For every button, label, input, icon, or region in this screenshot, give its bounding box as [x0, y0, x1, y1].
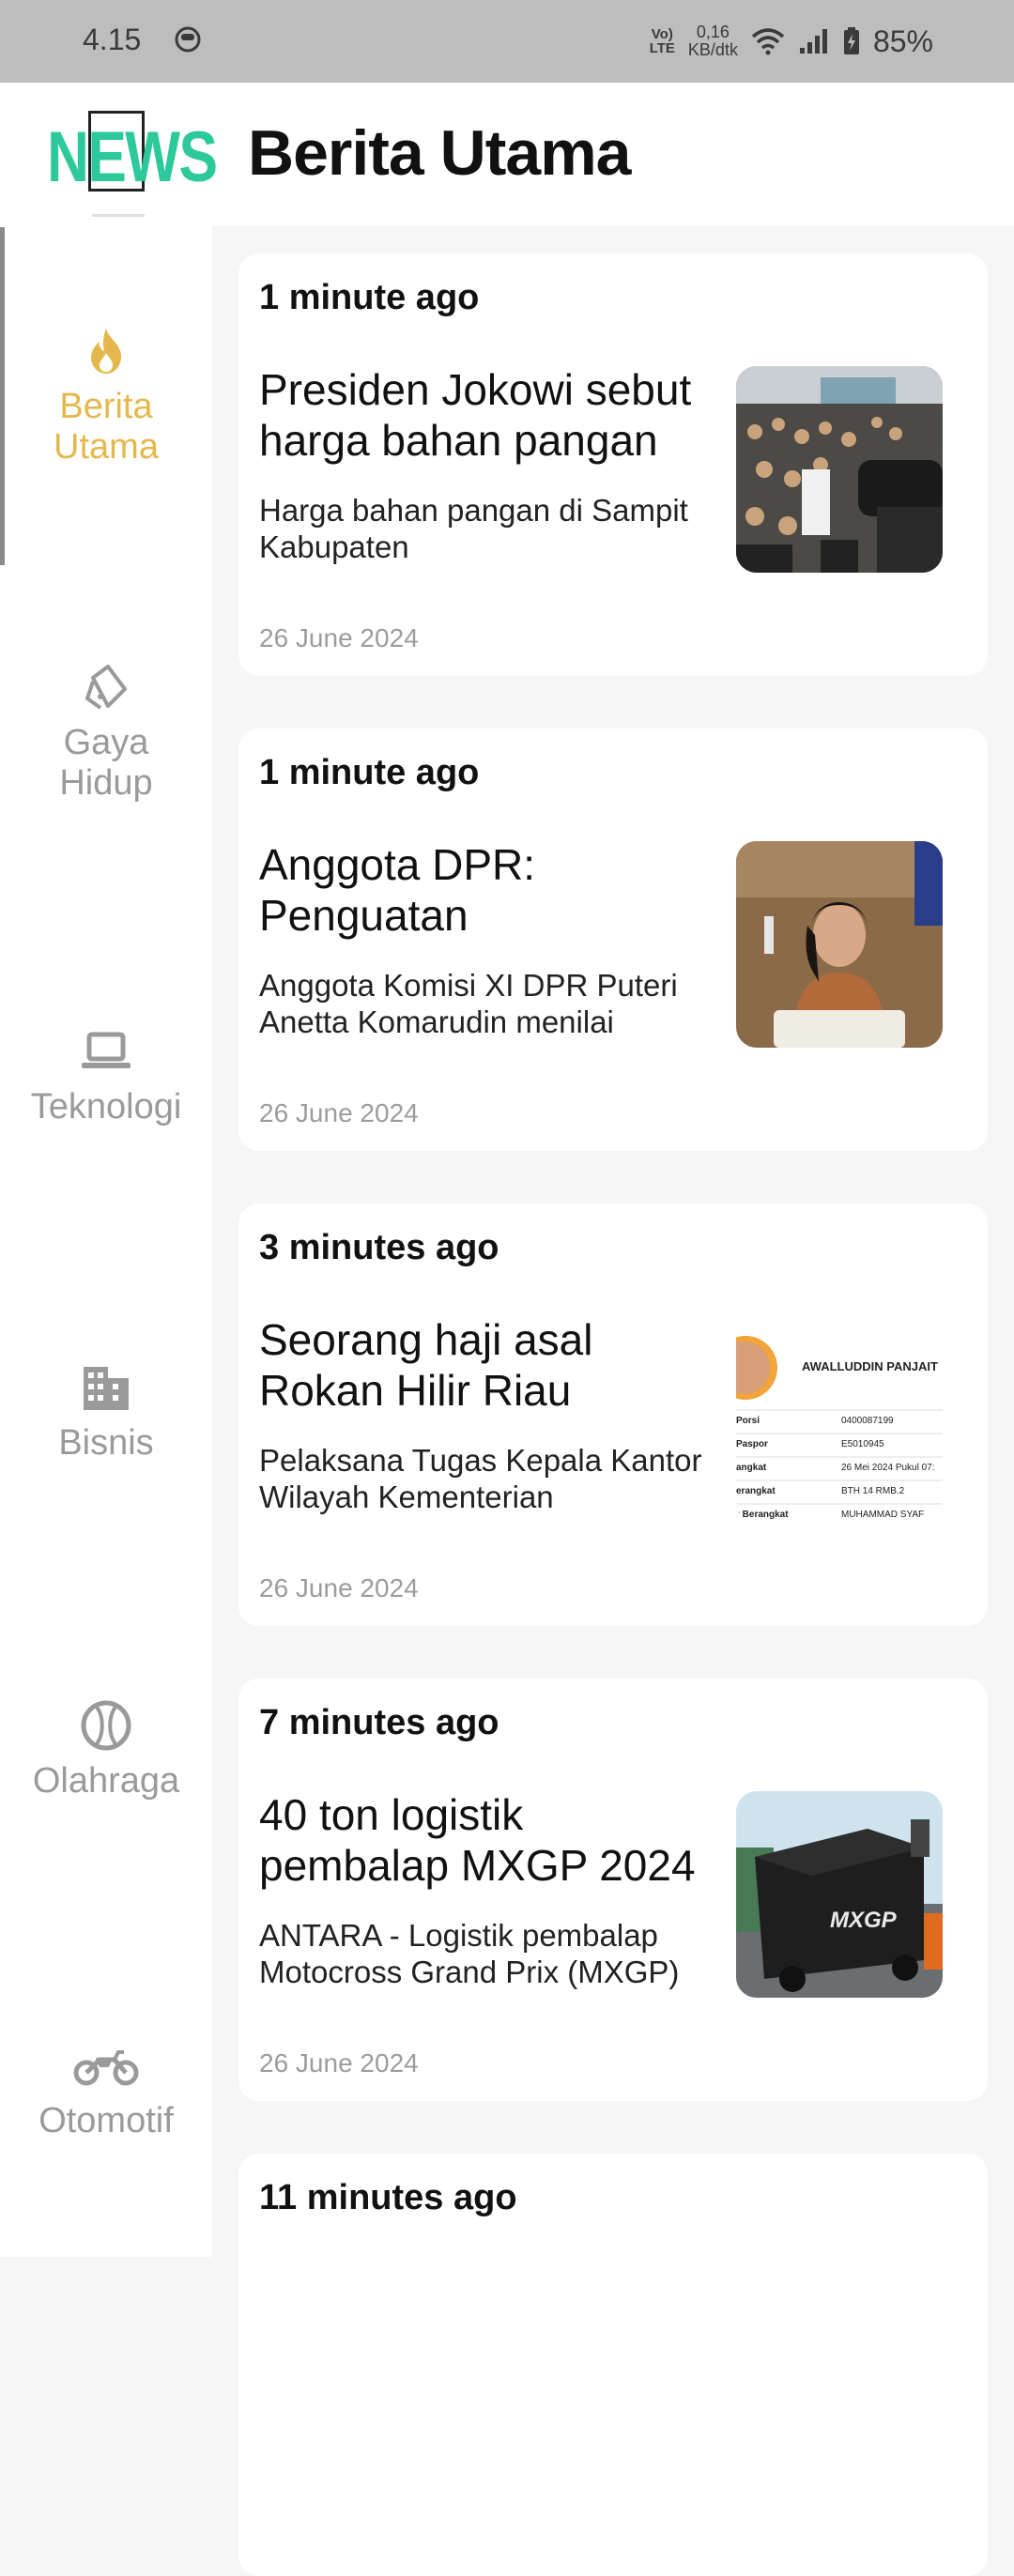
- article-summary: Anggota Komisi XI DPR Puteri Anetta Koma…: [259, 968, 678, 1039]
- speed-unit: KB/dtk: [687, 40, 738, 59]
- sidebar-item-label: Gaya Hidup: [59, 723, 153, 803]
- network-speed: 0,16 KB/dtk: [688, 23, 738, 59]
- crate-brand-label: MXGP: [830, 1908, 897, 1933]
- page-title: Berita Utama: [248, 117, 631, 189]
- building-icon: [84, 1367, 129, 1410]
- volte-indicator: Vo) LTE: [650, 27, 675, 55]
- article-summary: Harga bahan pangan di Sampit Kabupaten: [259, 493, 688, 564]
- battery-icon: [843, 27, 859, 54]
- sidebar-item-gaya-hidup[interactable]: Gaya Hidup: [0, 661, 212, 804]
- article-headline: 40 ton logistik pembalap MXGP 2024: [259, 1790, 696, 1890]
- document-row-value: 0400087199: [841, 1416, 894, 1426]
- article-card[interactable]: 3 minutes ago Seorang haji asal Rokan Hi…: [238, 1204, 988, 1626]
- ball-icon: [81, 1700, 131, 1751]
- article-date: 26 June 2024: [259, 2048, 419, 2078]
- tag-icon: [85, 665, 127, 710]
- motorcycle-icon: [73, 2050, 139, 2086]
- document-row-label: Paspor: [736, 1439, 768, 1449]
- article-card[interactable]: 1 minute ago Presiden Jokowi sebut harga…: [238, 253, 988, 676]
- article-headline: Presiden Jokowi sebut harga bahan pangan: [259, 365, 692, 465]
- article-time-ago: 11 minutes ago: [259, 2178, 517, 2217]
- battery-percent: 85%: [872, 23, 933, 58]
- document-row-value: E5010945: [841, 1439, 884, 1449]
- document-row-label: angkat: [736, 1463, 767, 1473]
- wifi-icon: [751, 28, 785, 55]
- article-thumbnail-logistics: MXGP: [736, 1791, 943, 1998]
- document-row-value: BTH 14 RMB.2: [841, 1486, 905, 1496]
- volte-bottom-text: LTE: [649, 40, 675, 56]
- sidebar-item-label: Berita Utama: [54, 387, 159, 467]
- article-time-ago: 1 minute ago: [259, 753, 480, 792]
- logo-text: NEWS: [47, 117, 218, 197]
- article-thumbnail-speaker: [736, 841, 943, 1048]
- notification-face-icon: [175, 26, 201, 53]
- category-sidebar: Berita Utama Gaya Hidup Teknologi Bisnis: [0, 225, 212, 2257]
- laptop-icon: [82, 1032, 131, 1068]
- sidebar-item-label: Bisnis: [58, 1423, 154, 1463]
- document-person-name: AWALLUDDIN PANJAIT: [802, 1359, 938, 1373]
- article-date: 26 June 2024: [259, 1573, 419, 1602]
- article-time-ago: 3 minutes ago: [259, 1228, 499, 1267]
- app-header: NEWS Berita Utama: [0, 83, 1014, 225]
- article-summary: ANTARA - Logistik pembalap Motocross Gra…: [259, 1918, 680, 1989]
- document-row-label: Porsi: [736, 1416, 760, 1426]
- sidebar-item-bisnis[interactable]: Bisnis: [0, 1361, 212, 1464]
- article-summary: Pelaksana Tugas Kepala Kantor Wilayah Ke…: [259, 1443, 702, 1514]
- sidebar-item-label: Olahraga: [32, 1761, 180, 1801]
- article-card[interactable]: 11 minutes ago: [238, 2154, 988, 2576]
- document-row-value: 26 Mei 2024 Pukul 07:: [841, 1463, 935, 1473]
- article-time-ago: 7 minutes ago: [259, 1703, 499, 1742]
- sidebar-item-berita-utama[interactable]: Berita Utama: [0, 325, 212, 468]
- document-row-value: MUHAMMAD SYAF: [841, 1510, 925, 1520]
- status-time: 4.15: [83, 23, 142, 56]
- sidebar-item-olahraga[interactable]: Olahraga: [0, 1699, 212, 1802]
- article-card[interactable]: 1 minute ago Anggota DPR: Penguatan Angg…: [238, 728, 988, 1151]
- article-date: 26 June 2024: [259, 623, 419, 652]
- document-row-label: erangkat: [736, 1486, 776, 1496]
- article-thumbnail-document: AWALLUDDIN PANJAIT Porsi 0400087199 Pasp…: [736, 1316, 943, 1523]
- logo-underline: [92, 214, 145, 217]
- sidebar-item-label: Otomotif: [38, 2101, 174, 2140]
- article-date: 26 June 2024: [259, 1098, 419, 1127]
- speed-value: 0,16: [696, 23, 730, 41]
- article-headline: Seorang haji asal Rokan Hilir Riau: [259, 1315, 593, 1415]
- status-bar: 4.15 Vo) LTE 0,16 KB/dtk 85%: [0, 0, 1014, 83]
- article-headline: Anggota DPR: Penguatan: [259, 840, 536, 940]
- article-card[interactable]: 7 minutes ago 40 ton logistik pembalap M…: [238, 1679, 988, 2101]
- document-row-label: r Berangkat: [736, 1510, 789, 1520]
- article-time-ago: 1 minute ago: [259, 278, 480, 317]
- article-thumbnail-crowd: [736, 366, 943, 573]
- status-icons: Vo) LTE 0,16 KB/dtk 85%: [650, 19, 933, 64]
- flame-icon: [91, 329, 121, 374]
- signal-icon: [799, 29, 827, 54]
- sidebar-item-otomotif[interactable]: Otomotif: [0, 2039, 212, 2141]
- app-logo[interactable]: NEWS: [47, 111, 218, 217]
- volte-top-text: Vo): [651, 26, 673, 42]
- sidebar-item-label: Teknologi: [30, 1087, 182, 1127]
- sidebar-item-teknologi[interactable]: Teknologi: [0, 1025, 212, 1127]
